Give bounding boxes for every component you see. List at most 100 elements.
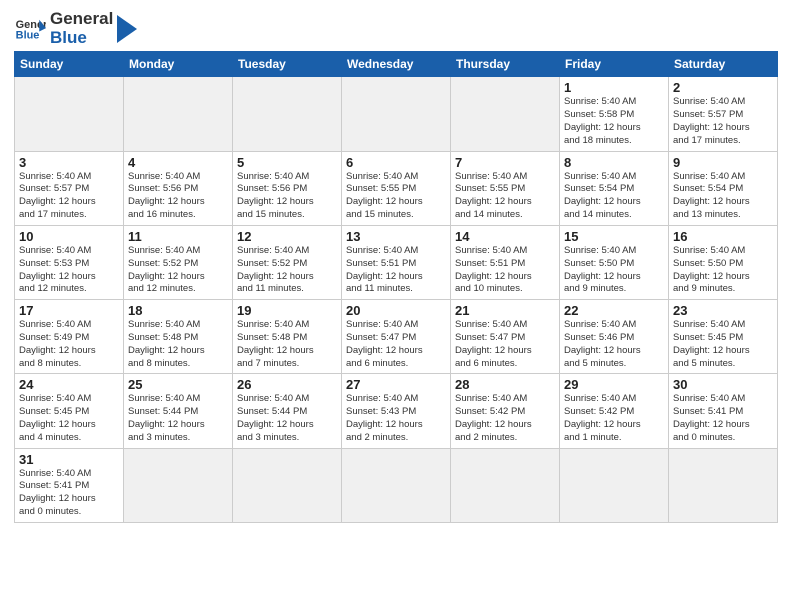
day-info-text: Sunrise: 5:40 AM Sunset: 5:45 PM Dayligh… [19, 393, 119, 444]
logo-icon: General Blue [14, 13, 46, 45]
calendar-day-cell: 12Sunrise: 5:40 AM Sunset: 5:52 PM Dayli… [233, 225, 342, 299]
day-info-text: Sunrise: 5:40 AM Sunset: 5:44 PM Dayligh… [128, 393, 228, 444]
svg-text:Blue: Blue [16, 29, 40, 41]
day-info-text: Sunrise: 5:40 AM Sunset: 5:45 PM Dayligh… [673, 319, 773, 370]
logo: General Blue General Blue [14, 10, 137, 47]
day-number: 22 [564, 303, 664, 318]
calendar-day-cell: 28Sunrise: 5:40 AM Sunset: 5:42 PM Dayli… [451, 374, 560, 448]
day-info-text: Sunrise: 5:40 AM Sunset: 5:58 PM Dayligh… [564, 96, 664, 147]
day-info-text: Sunrise: 5:40 AM Sunset: 5:50 PM Dayligh… [564, 245, 664, 296]
day-number: 30 [673, 377, 773, 392]
day-info-text: Sunrise: 5:40 AM Sunset: 5:56 PM Dayligh… [128, 171, 228, 222]
calendar-week-row: 1Sunrise: 5:40 AM Sunset: 5:58 PM Daylig… [15, 77, 778, 151]
day-info-text: Sunrise: 5:40 AM Sunset: 5:47 PM Dayligh… [346, 319, 446, 370]
day-of-week-header: Friday [560, 52, 669, 77]
calendar-day-cell [342, 448, 451, 522]
calendar-day-cell: 29Sunrise: 5:40 AM Sunset: 5:42 PM Dayli… [560, 374, 669, 448]
day-number: 23 [673, 303, 773, 318]
day-number: 16 [673, 229, 773, 244]
calendar-table: SundayMondayTuesdayWednesdayThursdayFrid… [14, 51, 778, 523]
day-info-text: Sunrise: 5:40 AM Sunset: 5:46 PM Dayligh… [564, 319, 664, 370]
calendar-week-row: 31Sunrise: 5:40 AM Sunset: 5:41 PM Dayli… [15, 448, 778, 522]
day-number: 31 [19, 452, 119, 467]
calendar-day-cell [669, 448, 778, 522]
calendar-day-cell: 1Sunrise: 5:40 AM Sunset: 5:58 PM Daylig… [560, 77, 669, 151]
calendar-day-cell: 18Sunrise: 5:40 AM Sunset: 5:48 PM Dayli… [124, 300, 233, 374]
day-of-week-header: Sunday [15, 52, 124, 77]
calendar-day-cell: 26Sunrise: 5:40 AM Sunset: 5:44 PM Dayli… [233, 374, 342, 448]
day-number: 4 [128, 155, 228, 170]
calendar-day-cell [233, 448, 342, 522]
day-number: 8 [564, 155, 664, 170]
calendar-day-cell [124, 448, 233, 522]
calendar-day-cell: 13Sunrise: 5:40 AM Sunset: 5:51 PM Dayli… [342, 225, 451, 299]
calendar-day-cell: 31Sunrise: 5:40 AM Sunset: 5:41 PM Dayli… [15, 448, 124, 522]
day-number: 5 [237, 155, 337, 170]
day-number: 27 [346, 377, 446, 392]
calendar-day-cell [560, 448, 669, 522]
day-number: 12 [237, 229, 337, 244]
calendar-day-cell: 22Sunrise: 5:40 AM Sunset: 5:46 PM Dayli… [560, 300, 669, 374]
calendar-day-cell: 3Sunrise: 5:40 AM Sunset: 5:57 PM Daylig… [15, 151, 124, 225]
day-number: 1 [564, 80, 664, 95]
calendar-day-cell [233, 77, 342, 151]
calendar-day-cell [342, 77, 451, 151]
day-info-text: Sunrise: 5:40 AM Sunset: 5:51 PM Dayligh… [346, 245, 446, 296]
day-info-text: Sunrise: 5:40 AM Sunset: 5:56 PM Dayligh… [237, 171, 337, 222]
day-info-text: Sunrise: 5:40 AM Sunset: 5:55 PM Dayligh… [455, 171, 555, 222]
day-info-text: Sunrise: 5:40 AM Sunset: 5:52 PM Dayligh… [237, 245, 337, 296]
calendar-day-cell: 4Sunrise: 5:40 AM Sunset: 5:56 PM Daylig… [124, 151, 233, 225]
day-info-text: Sunrise: 5:40 AM Sunset: 5:53 PM Dayligh… [19, 245, 119, 296]
day-number: 18 [128, 303, 228, 318]
calendar-day-cell: 6Sunrise: 5:40 AM Sunset: 5:55 PM Daylig… [342, 151, 451, 225]
day-number: 21 [455, 303, 555, 318]
calendar-day-cell [451, 77, 560, 151]
calendar-day-cell: 21Sunrise: 5:40 AM Sunset: 5:47 PM Dayli… [451, 300, 560, 374]
day-info-text: Sunrise: 5:40 AM Sunset: 5:52 PM Dayligh… [128, 245, 228, 296]
calendar-week-row: 10Sunrise: 5:40 AM Sunset: 5:53 PM Dayli… [15, 225, 778, 299]
day-of-week-header: Thursday [451, 52, 560, 77]
day-of-week-header: Tuesday [233, 52, 342, 77]
page-container: General Blue General Blue SundayMondayTu… [0, 0, 792, 529]
day-number: 19 [237, 303, 337, 318]
calendar-day-cell: 5Sunrise: 5:40 AM Sunset: 5:56 PM Daylig… [233, 151, 342, 225]
calendar-day-cell: 17Sunrise: 5:40 AM Sunset: 5:49 PM Dayli… [15, 300, 124, 374]
day-number: 20 [346, 303, 446, 318]
calendar-day-cell: 27Sunrise: 5:40 AM Sunset: 5:43 PM Dayli… [342, 374, 451, 448]
header-row: General Blue General Blue [14, 10, 778, 47]
day-number: 26 [237, 377, 337, 392]
day-info-text: Sunrise: 5:40 AM Sunset: 5:57 PM Dayligh… [673, 96, 773, 147]
logo-triangle-icon [117, 15, 137, 43]
calendar-day-cell: 9Sunrise: 5:40 AM Sunset: 5:54 PM Daylig… [669, 151, 778, 225]
day-info-text: Sunrise: 5:40 AM Sunset: 5:57 PM Dayligh… [19, 171, 119, 222]
calendar-day-cell: 16Sunrise: 5:40 AM Sunset: 5:50 PM Dayli… [669, 225, 778, 299]
day-info-text: Sunrise: 5:40 AM Sunset: 5:41 PM Dayligh… [673, 393, 773, 444]
day-info-text: Sunrise: 5:40 AM Sunset: 5:48 PM Dayligh… [128, 319, 228, 370]
day-number: 25 [128, 377, 228, 392]
day-number: 28 [455, 377, 555, 392]
day-number: 17 [19, 303, 119, 318]
day-number: 9 [673, 155, 773, 170]
calendar-day-cell: 15Sunrise: 5:40 AM Sunset: 5:50 PM Dayli… [560, 225, 669, 299]
calendar-day-cell: 25Sunrise: 5:40 AM Sunset: 5:44 PM Dayli… [124, 374, 233, 448]
day-number: 24 [19, 377, 119, 392]
calendar-week-row: 24Sunrise: 5:40 AM Sunset: 5:45 PM Dayli… [15, 374, 778, 448]
calendar-day-cell: 14Sunrise: 5:40 AM Sunset: 5:51 PM Dayli… [451, 225, 560, 299]
day-number: 7 [455, 155, 555, 170]
day-of-week-header: Wednesday [342, 52, 451, 77]
calendar-header-row: SundayMondayTuesdayWednesdayThursdayFrid… [15, 52, 778, 77]
calendar-day-cell: 2Sunrise: 5:40 AM Sunset: 5:57 PM Daylig… [669, 77, 778, 151]
calendar-day-cell [15, 77, 124, 151]
day-info-text: Sunrise: 5:40 AM Sunset: 5:44 PM Dayligh… [237, 393, 337, 444]
calendar-day-cell: 8Sunrise: 5:40 AM Sunset: 5:54 PM Daylig… [560, 151, 669, 225]
day-info-text: Sunrise: 5:40 AM Sunset: 5:54 PM Dayligh… [564, 171, 664, 222]
calendar-day-cell: 7Sunrise: 5:40 AM Sunset: 5:55 PM Daylig… [451, 151, 560, 225]
day-number: 10 [19, 229, 119, 244]
calendar-day-cell: 19Sunrise: 5:40 AM Sunset: 5:48 PM Dayli… [233, 300, 342, 374]
day-of-week-header: Saturday [669, 52, 778, 77]
calendar-day-cell: 11Sunrise: 5:40 AM Sunset: 5:52 PM Dayli… [124, 225, 233, 299]
day-number: 15 [564, 229, 664, 244]
day-info-text: Sunrise: 5:40 AM Sunset: 5:42 PM Dayligh… [455, 393, 555, 444]
day-info-text: Sunrise: 5:40 AM Sunset: 5:41 PM Dayligh… [19, 468, 119, 519]
logo-blue-text: Blue [50, 29, 113, 48]
